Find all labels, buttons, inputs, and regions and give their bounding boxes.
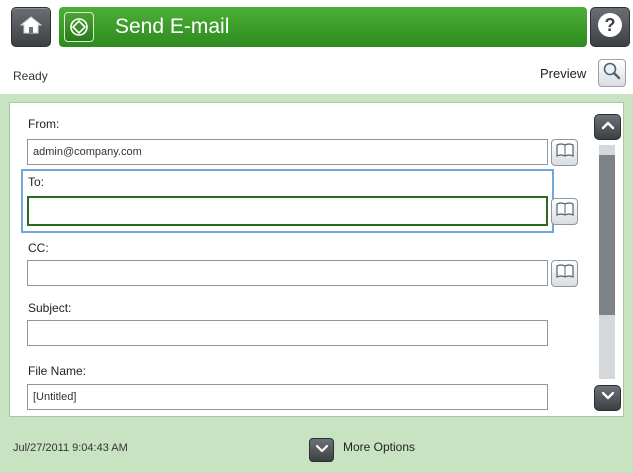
address-book-icon [555,264,574,283]
scrollbar-track[interactable] [599,145,615,379]
from-address-book-button[interactable] [551,139,578,166]
cc-label: CC: [28,241,49,255]
subject-field[interactable] [27,320,548,346]
chevron-up-icon [600,118,616,136]
send-diamond-icon [64,12,94,42]
preview-button[interactable] [598,59,626,87]
to-label: To: [28,175,45,189]
filename-label: File Name: [28,364,87,378]
preview-label: Preview [540,66,587,81]
to-field[interactable] [27,196,548,226]
help-button[interactable]: ? [590,7,630,47]
title-bar: Send E-mail ? [0,0,633,58]
page-title: Send E-mail [115,15,230,38]
more-options-label[interactable]: More Options [343,440,415,454]
scroll-up-button[interactable] [594,114,621,140]
cc-field[interactable] [27,260,548,286]
scroll-down-button[interactable] [594,385,621,411]
status-text: Ready [13,69,48,83]
from-field[interactable]: admin@company.com [27,139,548,165]
to-address-book-button[interactable] [551,198,578,225]
chevron-down-icon [315,441,329,459]
chevron-down-icon [600,389,616,407]
home-button[interactable] [11,7,51,47]
address-book-icon [555,202,574,221]
title-banner: Send E-mail [59,7,587,47]
subject-label: Subject: [28,301,72,315]
form-area: From: admin@company.com To: CC: Subject:… [9,102,624,417]
help-icon: ? [596,11,624,44]
filename-field[interactable]: [Untitled] [27,384,548,410]
cc-address-book-button[interactable] [551,260,578,287]
scrollbar-thumb[interactable] [599,155,615,315]
more-options-button[interactable] [309,438,334,462]
footer-bar: Jul/27/2011 9:04:43 AM More Options [0,425,633,473]
address-book-icon [555,143,574,162]
from-label: From: [28,117,60,131]
timestamp: Jul/27/2011 9:04:43 AM [13,442,128,454]
form-panel: From: admin@company.com To: CC: Subject:… [0,94,633,425]
home-icon [19,15,43,40]
magnifier-icon [602,61,622,86]
svg-text:?: ? [605,15,616,35]
